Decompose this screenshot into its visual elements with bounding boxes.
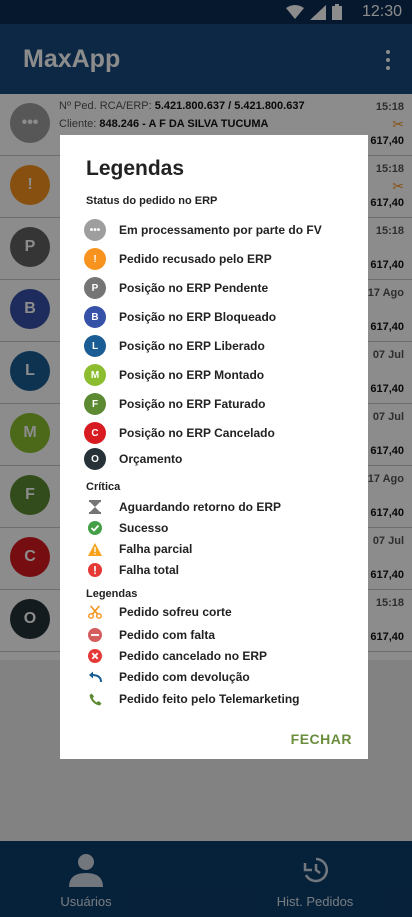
legend-label: Pedido sofreu corte bbox=[119, 605, 232, 619]
critica-item: Aguardando retorno do ERP bbox=[88, 499, 356, 515]
status-legend-label: Posição no ERP Cancelado bbox=[119, 426, 275, 440]
status-legend-item: ! Pedido recusado pelo ERP bbox=[84, 248, 356, 270]
status-legend-item: F Posição no ERP Faturado bbox=[84, 393, 356, 415]
critica-label: Aguardando retorno do ERP bbox=[119, 500, 281, 514]
status-legend-label: Posição no ERP Pendente bbox=[119, 281, 269, 295]
status-legend-item: L Posição no ERP Liberado bbox=[84, 335, 356, 357]
critica-label: Falha total bbox=[119, 563, 180, 577]
phone-icon bbox=[88, 692, 102, 706]
legend-item: Pedido com falta bbox=[88, 627, 356, 643]
critica-label: Sucesso bbox=[119, 521, 169, 535]
minus-circle-icon bbox=[88, 628, 102, 642]
status-legend-label: Orçamento bbox=[119, 452, 183, 466]
status-badge: ! bbox=[84, 248, 106, 270]
status-legend-item: C Posição no ERP Cancelado bbox=[84, 422, 356, 444]
critica-item: Falha parcial bbox=[88, 541, 356, 557]
close-button[interactable]: FECHAR bbox=[291, 731, 352, 747]
critica-item: Sucesso bbox=[88, 520, 356, 536]
status-legend-item: O Orçamento bbox=[84, 448, 356, 470]
status-legend-label: Em processamento por parte do FV bbox=[119, 223, 322, 237]
section-legendas: Legendas bbox=[86, 588, 138, 600]
status-badge: B bbox=[84, 306, 106, 328]
status-badge: O bbox=[84, 448, 106, 470]
status-legend-label: Posição no ERP Bloqueado bbox=[119, 310, 277, 324]
legend-dialog: Legendas Status do pedido no ERP Crítica… bbox=[60, 135, 368, 759]
legend-item: Pedido feito pelo Telemarketing bbox=[88, 691, 356, 707]
status-badge: M bbox=[84, 364, 106, 386]
status-legend-item: B Posição no ERP Bloqueado bbox=[84, 306, 356, 328]
status-legend-label: Posição no ERP Faturado bbox=[119, 397, 266, 411]
success-check-icon bbox=[88, 521, 102, 535]
legend-item: Pedido cancelado no ERP bbox=[88, 648, 356, 664]
status-legend-label: Posição no ERP Liberado bbox=[119, 339, 265, 353]
error-circle-icon bbox=[88, 563, 102, 577]
legend-item: Pedido com devolução bbox=[88, 669, 356, 685]
legend-label: Pedido cancelado no ERP bbox=[119, 649, 268, 663]
warning-triangle-icon bbox=[88, 542, 102, 556]
status-legend-item: M Posição no ERP Montado bbox=[84, 364, 356, 386]
critica-label: Falha parcial bbox=[119, 542, 193, 556]
hourglass-icon bbox=[88, 500, 102, 514]
status-legend-label: Posição no ERP Montado bbox=[119, 368, 265, 382]
legend-label: Pedido feito pelo Telemarketing bbox=[119, 692, 300, 706]
return-arrow-icon bbox=[88, 670, 102, 684]
cancel-circle-icon bbox=[88, 649, 102, 663]
scissors-icon bbox=[88, 605, 102, 619]
status-badge: P bbox=[84, 277, 106, 299]
status-badge: F bbox=[84, 393, 106, 415]
status-legend-item: ••• Em processamento por parte do FV bbox=[84, 219, 356, 241]
legend-label: Pedido com devolução bbox=[119, 670, 250, 684]
status-legend-item: P Posição no ERP Pendente bbox=[84, 277, 356, 299]
status-badge: ••• bbox=[84, 219, 106, 241]
status-badge: C bbox=[84, 422, 106, 444]
section-status: Status do pedido no ERP bbox=[86, 195, 218, 207]
section-critica: Crítica bbox=[86, 481, 121, 493]
status-badge: L bbox=[84, 335, 106, 357]
legend-label: Pedido com falta bbox=[119, 628, 216, 642]
dialog-title: Legendas bbox=[86, 157, 185, 180]
critica-item: Falha total bbox=[88, 562, 356, 578]
legend-item: Pedido sofreu corte bbox=[88, 604, 356, 620]
status-legend-label: Pedido recusado pelo ERP bbox=[119, 252, 272, 266]
